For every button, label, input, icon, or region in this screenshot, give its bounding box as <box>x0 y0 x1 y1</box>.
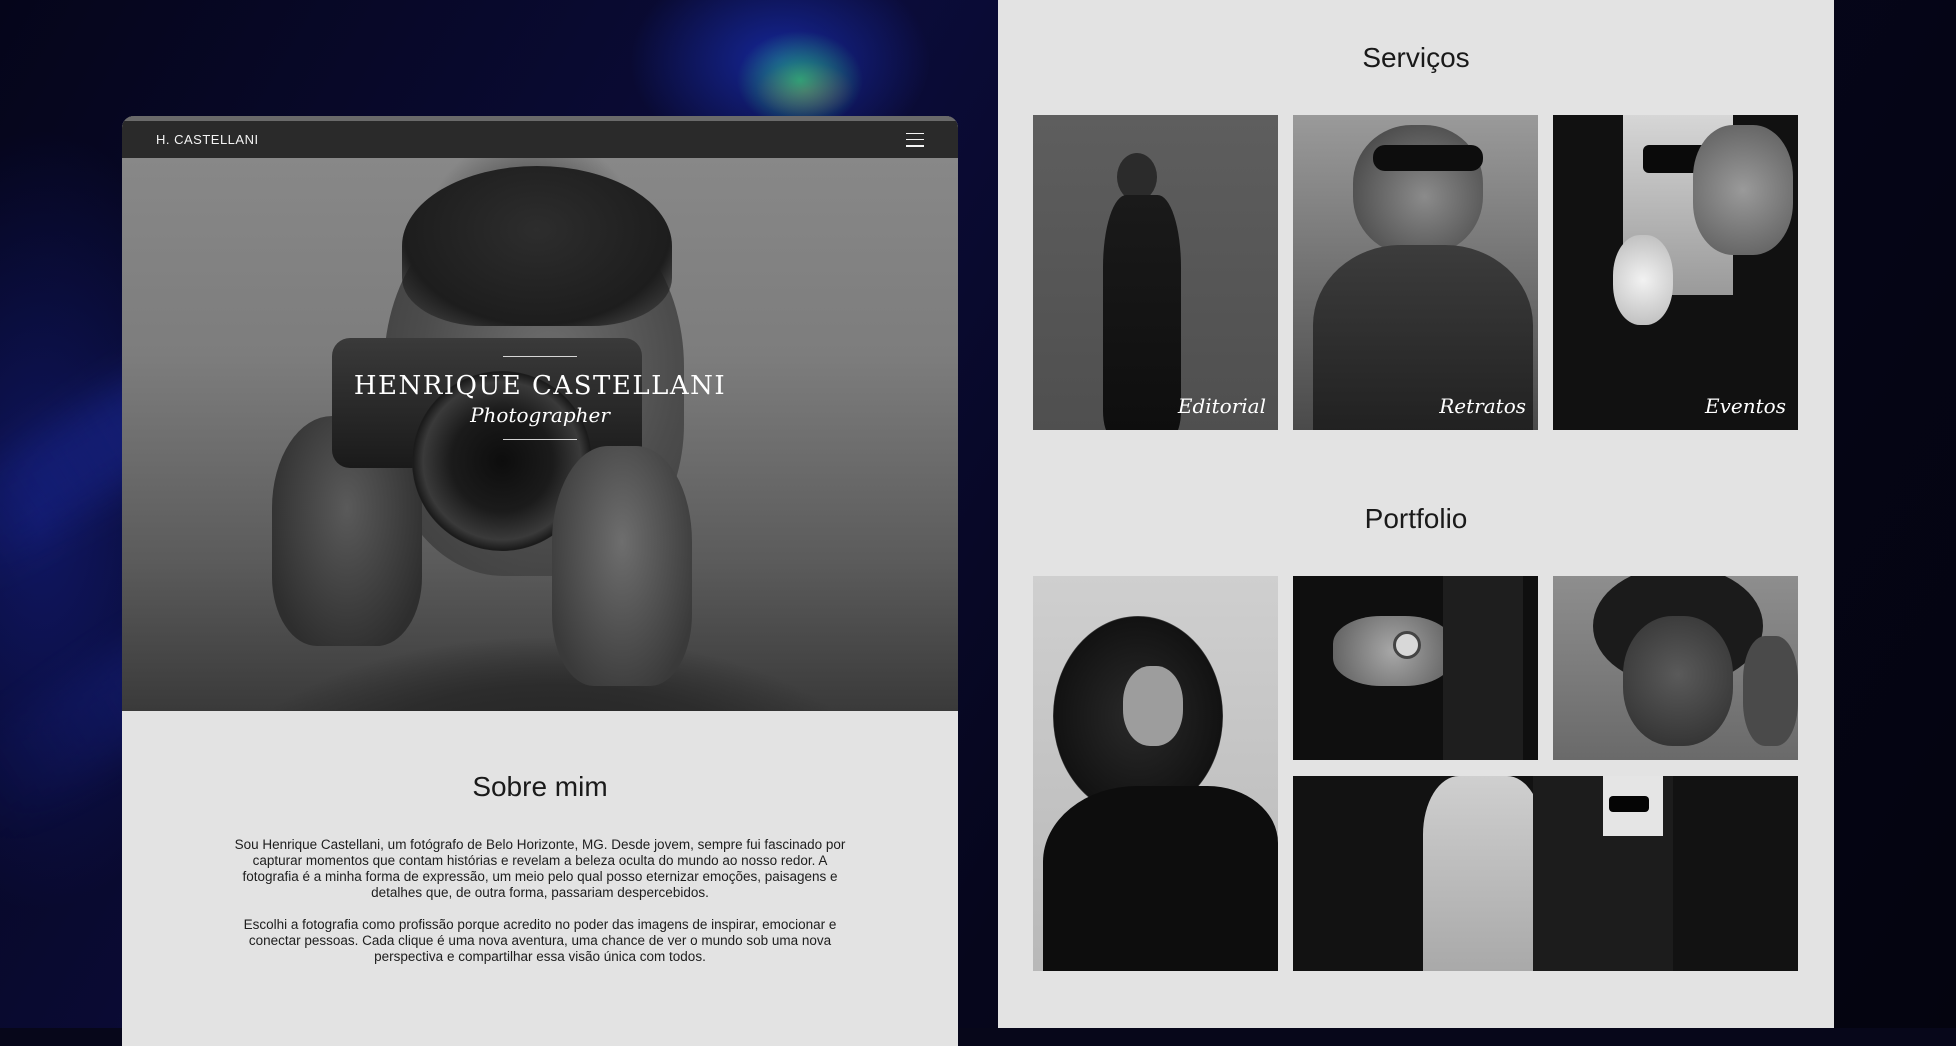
homepage-mockup: HENRIQUE CASTELLANI Photographer H. CAST… <box>122 116 958 1046</box>
photo-dress <box>1423 776 1543 971</box>
hero-role: Photographer <box>470 403 610 427</box>
brand-logo[interactable]: H. CASTELLANI <box>156 132 259 147</box>
hero-photo: HENRIQUE CASTELLANI Photographer <box>122 116 958 711</box>
photo-sunglasses <box>1373 145 1483 171</box>
photo-watch <box>1393 631 1421 659</box>
service-label: Retratos <box>1439 394 1526 418</box>
top-nav-bar: H. CASTELLANI <box>122 116 958 158</box>
portfolio-photo-watch[interactable] <box>1293 576 1538 760</box>
hamburger-menu-icon[interactable] <box>906 133 924 147</box>
about-paragraph: Escolhi a fotografia como profissão porq… <box>226 917 854 965</box>
photo-hands <box>1333 616 1453 686</box>
hero-title-block: HENRIQUE CASTELLANI Photographer <box>122 356 958 440</box>
photo-figure <box>1103 195 1181 430</box>
service-tile-editorial[interactable]: Editorial <box>1033 115 1278 430</box>
portfolio-photo-windswept-hair[interactable] <box>1033 576 1278 971</box>
photo-bowtie <box>1609 796 1649 812</box>
photo-flower <box>1613 235 1673 325</box>
divider <box>503 439 577 440</box>
service-tile-eventos[interactable]: Eventos <box>1553 115 1798 430</box>
service-tile-retratos[interactable]: Retratos <box>1293 115 1538 430</box>
hero-photo-hair <box>402 166 672 326</box>
portfolio-photo-wedding-couple[interactable] <box>1293 776 1798 971</box>
service-label: Editorial <box>1178 394 1266 418</box>
hero-name: HENRIQUE CASTELLANI <box>354 371 726 401</box>
photo-face <box>1623 616 1733 746</box>
hero-photo-hand <box>552 446 692 686</box>
photo-suit <box>1443 576 1523 760</box>
photo-face <box>1123 666 1183 746</box>
about-title: Sobre mim <box>122 771 958 803</box>
about-section: Sobre mim Sou Henrique Castellani, um fo… <box>122 711 958 1046</box>
service-label: Eventos <box>1705 394 1786 418</box>
photo-hand <box>1693 125 1793 255</box>
photo-hand <box>1743 636 1798 746</box>
services-portfolio-mockup: Serviços Editorial Retratos Eventos Port… <box>998 0 1834 1028</box>
about-paragraph: Sou Henrique Castellani, um fotógrafo de… <box>226 837 854 901</box>
photo-figure <box>1117 153 1157 201</box>
divider <box>503 356 577 357</box>
portfolio-photo-curly-hair-portrait[interactable] <box>1553 576 1798 760</box>
portfolio-title: Portfolio <box>998 503 1834 535</box>
services-title: Serviços <box>998 42 1834 74</box>
photo-figure <box>1043 786 1278 971</box>
